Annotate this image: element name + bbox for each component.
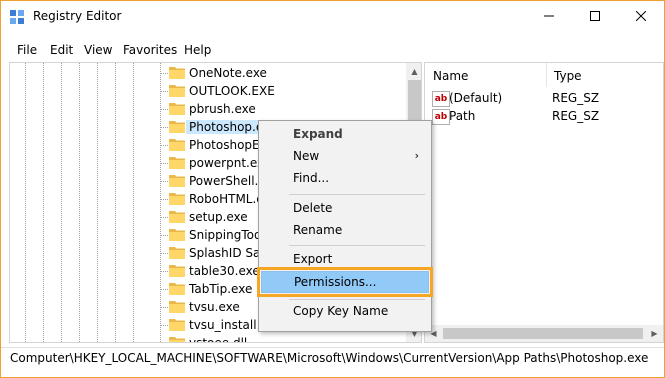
close-button[interactable] <box>618 1 664 31</box>
close-icon <box>636 11 646 21</box>
menu-item-label: Rename <box>293 223 343 237</box>
values-horizontal-scrollbar[interactable]: ◀ ▶ <box>425 325 663 342</box>
menu-item-copy-key-name[interactable]: Copy Key Name <box>261 301 429 323</box>
menu-item-export[interactable]: Export <box>261 249 429 271</box>
tree-connector <box>160 127 168 128</box>
values-pane[interactable]: Name Type ab (Default) REG_SZ ab Path RE… <box>424 62 664 343</box>
menu-separator <box>289 194 425 195</box>
tree-item-label: setup.exe <box>189 210 248 224</box>
folder-icon <box>169 85 185 97</box>
registry-editor-icon <box>10 10 24 24</box>
folder-icon <box>169 229 185 241</box>
tree-item-label: OUTLOOK.EXE <box>189 84 275 98</box>
menu-item-label: Find... <box>293 171 330 185</box>
menu-item-rename[interactable]: Rename <box>261 220 429 242</box>
folder-icon <box>169 157 185 169</box>
menu-item-find[interactable]: Find... <box>261 168 429 190</box>
menu-item-label: Permissions... <box>294 275 377 289</box>
column-header-name[interactable]: Name <box>433 69 468 83</box>
folder-icon <box>169 337 185 342</box>
tree-item-label: vstoee.dll <box>189 336 248 343</box>
menu-edit[interactable]: Edit <box>50 43 73 57</box>
tree-connector <box>160 199 168 200</box>
scroll-right-icon[interactable]: ▶ <box>646 325 663 342</box>
tree-item-label: SnippingTool <box>189 228 265 242</box>
maximize-icon <box>590 11 600 21</box>
folder-icon <box>169 193 185 205</box>
chevron-right-icon: › <box>414 149 419 162</box>
window-title: Registry Editor <box>33 9 122 23</box>
folder-icon <box>169 265 185 277</box>
minimize-button[interactable] <box>526 1 572 31</box>
menu-separator <box>289 245 425 246</box>
menu-separator <box>289 299 425 300</box>
value-name: (Default) <box>449 91 503 105</box>
tree-connector <box>160 253 168 254</box>
folder-icon <box>169 211 185 223</box>
menu-item-label: Copy Key Name <box>293 304 389 318</box>
folder-icon <box>169 121 185 133</box>
scroll-up-icon[interactable]: ▲ <box>406 63 421 80</box>
value-row[interactable]: ab Path REG_SZ <box>425 108 663 126</box>
title-bar[interactable]: Registry Editor <box>1 1 664 31</box>
folder-icon <box>169 139 185 151</box>
tree-connector <box>160 271 168 272</box>
tree-item[interactable]: OneNote.exe <box>10 64 405 82</box>
tree-item-label: OneNote.exe <box>189 66 267 80</box>
menu-favorites[interactable]: Favorites <box>123 43 177 57</box>
status-bar: Computer\HKEY_LOCAL_MACHINE\SOFTWARE\Mic… <box>1 347 664 370</box>
tree-connector <box>160 289 168 290</box>
folder-icon <box>169 301 185 313</box>
column-separator[interactable] <box>546 63 547 87</box>
minimize-icon <box>544 15 554 17</box>
tree-item[interactable]: vstoee.dll <box>10 334 405 343</box>
menu-view[interactable]: View <box>84 43 112 57</box>
tree-connector <box>160 235 168 236</box>
value-type: REG_SZ <box>552 91 600 105</box>
folder-icon <box>169 283 185 295</box>
tree-item[interactable]: pbrush.exe <box>10 100 405 118</box>
menu-item-expand[interactable]: Expand <box>261 124 429 146</box>
menu-item-label: Delete <box>293 201 333 215</box>
string-value-icon: ab <box>432 109 450 125</box>
menu-item-permissions[interactable]: Permissions... <box>257 267 433 297</box>
menu-file[interactable]: File <box>17 43 37 57</box>
context-menu: Expand New › Find... Delete Rename Expor… <box>257 120 433 332</box>
tree-connector <box>160 325 168 326</box>
value-name: Path <box>449 109 476 123</box>
tree-connector <box>160 217 168 218</box>
folder-icon <box>169 67 185 79</box>
folder-icon <box>169 175 185 187</box>
tree-connector <box>160 181 168 182</box>
tree-connector <box>160 73 168 74</box>
value-row[interactable]: ab (Default) REG_SZ <box>425 90 663 108</box>
tree-connector <box>160 91 168 92</box>
menu-item-label: Expand <box>293 127 343 141</box>
menu-item-label: Export <box>293 252 333 266</box>
tree-connector <box>160 109 168 110</box>
folder-icon <box>169 247 185 259</box>
folder-icon <box>169 103 185 115</box>
string-value-icon: ab <box>432 91 450 107</box>
scroll-thumb[interactable] <box>443 328 643 339</box>
menu-item-new[interactable]: New › <box>261 146 429 168</box>
tree-connector <box>160 145 168 146</box>
menu-item-delete[interactable]: Delete <box>261 198 429 220</box>
menu-item-label: New <box>293 149 320 163</box>
tree-item[interactable]: OUTLOOK.EXE <box>10 82 405 100</box>
menu-help[interactable]: Help <box>184 43 211 57</box>
tree-connector <box>160 307 168 308</box>
tree-item-label: TabTip.exe <box>189 282 253 296</box>
folder-icon <box>169 319 185 331</box>
maximize-button[interactable] <box>572 1 618 31</box>
column-header-type[interactable]: Type <box>554 69 582 83</box>
tree-item-label: pbrush.exe <box>189 102 256 116</box>
tree-item-label: tvsu.exe <box>189 300 240 314</box>
value-type: REG_SZ <box>552 109 600 123</box>
tree-item-label: table30.exe <box>189 264 260 278</box>
current-key-path: Computer\HKEY_LOCAL_MACHINE\SOFTWARE\Mic… <box>10 351 649 365</box>
menu-bar: File Edit View Favorites Help <box>1 41 664 61</box>
tree-connector <box>160 163 168 164</box>
